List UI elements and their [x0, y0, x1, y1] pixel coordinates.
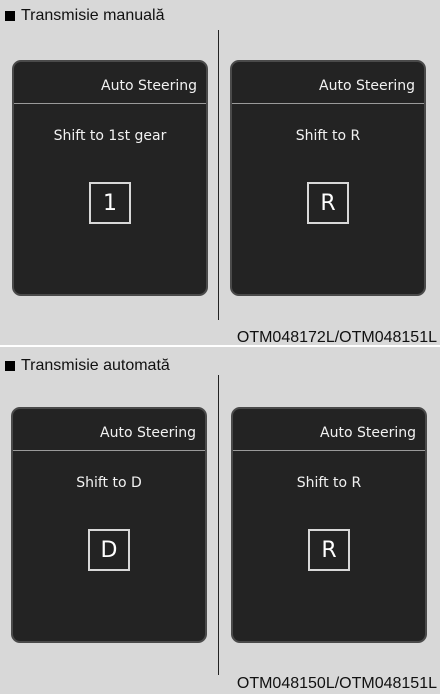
display-divider	[14, 103, 206, 104]
display-divider	[13, 450, 205, 451]
square-bullet-icon	[5, 361, 15, 371]
gear-indicator: D	[88, 529, 130, 571]
vertical-divider	[218, 375, 219, 675]
cluster-display: Auto Steering Shift to R R	[231, 407, 427, 643]
cluster-display: Auto Steering Shift to D D	[11, 407, 207, 643]
gear-indicator: R	[307, 182, 349, 224]
cluster-display: Auto Steering Shift to 1st gear 1	[12, 60, 208, 296]
automatic-transmission-panel: Transmisie automată Auto Steering Shift …	[0, 347, 440, 694]
display-title: Auto Steering	[320, 425, 416, 441]
figure-caption: OTM048150L/OTM048151L	[236, 675, 437, 692]
display-message: Shift to R	[296, 475, 362, 491]
display-message: Shift to 1st gear	[53, 128, 167, 144]
section-heading: Transmisie manuală	[5, 7, 164, 25]
section-heading-text: Transmisie manuală	[21, 7, 165, 24]
square-bullet-icon	[5, 11, 15, 21]
manual-transmission-panel: Transmisie manuală Auto Steering Shift t…	[0, 0, 440, 346]
display-message: Shift to D	[76, 475, 142, 491]
display-message: Shift to R	[295, 128, 361, 144]
display-title: Auto Steering	[100, 425, 196, 441]
display-divider	[232, 103, 424, 104]
section-heading: Transmisie automată	[5, 357, 170, 375]
display-title: Auto Steering	[101, 78, 197, 94]
gear-indicator: R	[308, 529, 350, 571]
display-divider	[233, 450, 425, 451]
display-title: Auto Steering	[319, 78, 415, 94]
figure-caption: OTM048172L/OTM048151L	[236, 329, 437, 346]
gear-indicator: 1	[89, 182, 131, 224]
section-heading-text: Transmisie automată	[21, 357, 170, 374]
vertical-divider	[218, 30, 219, 320]
cluster-display: Auto Steering Shift to R R	[230, 60, 426, 296]
